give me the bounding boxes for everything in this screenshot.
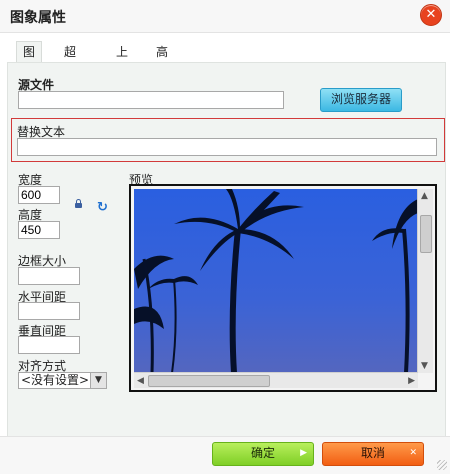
- lock-ratio-icon[interactable]: [75, 199, 82, 208]
- scroll-left-icon[interactable]: ◀: [137, 376, 144, 386]
- vertical-scroll-thumb[interactable]: [420, 215, 432, 253]
- height-input[interactable]: [18, 221, 60, 239]
- dialog-title: 图象属性: [10, 10, 66, 26]
- play-icon: ▶: [300, 448, 307, 458]
- cancel-button[interactable]: 取消 ✕: [322, 442, 424, 466]
- close-button[interactable]: ✕: [420, 4, 442, 26]
- close-small-icon: ✕: [409, 448, 417, 458]
- tab-upload[interactable]: 上传: [114, 42, 130, 79]
- reset-size-icon[interactable]: ↻: [97, 201, 109, 214]
- vspace-input[interactable]: [18, 336, 80, 354]
- alt-text-input[interactable]: [17, 138, 437, 156]
- horizontal-scroll-thumb[interactable]: [148, 375, 270, 387]
- resize-grip-icon[interactable]: [437, 460, 447, 470]
- cancel-button-label: 取消: [360, 446, 385, 460]
- align-select-value: <没有设置>: [21, 373, 90, 387]
- scroll-down-icon[interactable]: ▼: [421, 361, 428, 371]
- preview-horizontal-scrollbar[interactable]: ◀ ▶: [134, 372, 418, 388]
- preview-vertical-scrollbar[interactable]: ▲ ▼: [417, 189, 433, 373]
- image-properties-dialog: 图象属性 ✕ 图象 超链接 上传 高级 源文件 浏览服务器 替换文本 宽度 高度…: [0, 0, 450, 474]
- tab-hyperlink[interactable]: 超链接: [62, 42, 78, 99]
- border-input[interactable]: [18, 267, 80, 285]
- tab-image[interactable]: 图象: [16, 41, 43, 79]
- scroll-up-icon[interactable]: ▲: [421, 191, 428, 201]
- ok-button[interactable]: 确定 ▶: [212, 442, 314, 466]
- source-input[interactable]: [18, 91, 284, 109]
- preview-frame: ▲ ▼ ◀ ▶: [129, 184, 437, 392]
- align-select[interactable]: <没有设置> ▼: [18, 372, 107, 389]
- browse-server-button[interactable]: 浏览服务器: [320, 88, 402, 112]
- dialog-titlebar[interactable]: 图象属性 ✕: [0, 0, 450, 33]
- hspace-input[interactable]: [18, 302, 80, 320]
- scroll-right-icon[interactable]: ▶: [408, 376, 415, 386]
- chevron-down-icon: ▼: [90, 373, 106, 388]
- width-input[interactable]: [18, 186, 60, 204]
- tab-advanced[interactable]: 高级: [154, 42, 170, 79]
- palm-trees-image: [134, 189, 418, 373]
- close-icon: ✕: [425, 7, 437, 22]
- preview-image: [134, 189, 418, 373]
- ok-button-label: 确定: [250, 446, 275, 460]
